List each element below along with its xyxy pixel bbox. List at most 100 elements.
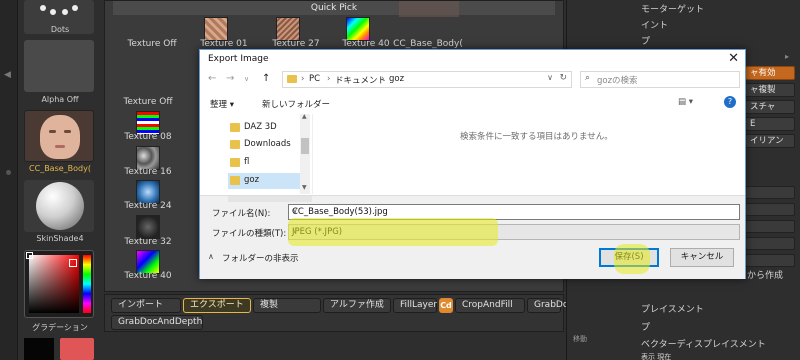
scroll-thumb[interactable] — [301, 138, 309, 154]
filename-dropdown-icon[interactable]: ∨ — [292, 206, 735, 215]
back-arrow-icon[interactable]: ← — [208, 73, 216, 84]
panel-arrow-icon[interactable]: ▸ — [785, 52, 789, 61]
breadcrumb-documents[interactable]: ドキュメント — [335, 74, 386, 86]
texture-32-label[interactable]: Texture 32 — [113, 237, 183, 247]
color-picker[interactable] — [24, 250, 94, 318]
texture-32-thumb[interactable] — [136, 215, 160, 239]
texture-24-label[interactable]: Texture 24 — [113, 201, 183, 211]
refresh-icon[interactable]: ↻ — [559, 73, 567, 83]
texture-27-label[interactable]: Texture 27 — [261, 39, 331, 49]
export-button[interactable]: エクスポート — [183, 298, 251, 313]
main-color-swatch[interactable] — [60, 338, 94, 360]
crop-and-fill-button[interactable]: CropAndFill — [455, 298, 525, 313]
dock-handle-icon[interactable] — [6, 170, 11, 175]
address-dropdown-icon[interactable]: ∨ — [547, 73, 553, 82]
texture-08-label[interactable]: Texture 08 — [113, 132, 183, 142]
texture-40-label[interactable]: Texture 40 — [331, 39, 401, 49]
pane-divider[interactable] — [312, 114, 313, 194]
view-options-icon[interactable]: ▤ ▾ — [678, 97, 693, 107]
breadcrumb-pc[interactable]: PC — [309, 74, 320, 84]
fill-layer-button[interactable]: FillLayer — [393, 298, 437, 313]
empty-results-message: 検索条件に一致する項目はありません。 — [460, 132, 613, 142]
filetype-dropdown-icon[interactable]: ∨ — [292, 226, 735, 235]
slider-5[interactable] — [745, 254, 795, 267]
morph-target-label[interactable]: モーターゲット — [641, 2, 704, 15]
close-icon[interactable]: ✕ — [728, 51, 739, 66]
grab-doc-depth-button[interactable]: GrabDocAndDepth — [111, 315, 203, 330]
texture-off-label-2[interactable]: Texture Off — [113, 97, 183, 107]
cancel-button[interactable]: キャンセル — [670, 248, 734, 267]
texture-body-thumb[interactable] — [24, 110, 94, 162]
nav-item-goz[interactable]: goz — [228, 173, 302, 189]
collapse-arrow-icon[interactable]: ◀ — [4, 70, 11, 80]
move-label[interactable]: 移動 — [573, 334, 587, 344]
texture-01-label[interactable]: Texture 01 — [189, 39, 259, 49]
texture-40-thumb[interactable] — [346, 17, 370, 41]
texture-40b-label[interactable]: Texture 40 — [113, 271, 183, 281]
ia-button[interactable]: イリアン — [745, 134, 795, 148]
breadcrumb-sep-icon: › — [327, 74, 331, 84]
folder-icon — [287, 75, 297, 83]
breadcrumb-goz[interactable]: goz — [389, 74, 404, 84]
nav-hscrollbar[interactable] — [228, 196, 312, 202]
slider-4[interactable] — [745, 237, 795, 250]
address-bar[interactable]: › PC › ドキュメント › goz ∨ ↻ — [282, 71, 572, 88]
nav-item-daz3d[interactable]: DAZ 3D — [228, 120, 302, 136]
left-dock-strip[interactable]: ◀ — [0, 0, 18, 360]
enable-button[interactable]: ャ有効 — [745, 66, 795, 80]
point-label[interactable]: イント — [641, 18, 668, 31]
map-label-2[interactable]: プ — [641, 320, 650, 333]
recent-chevron-icon[interactable]: ∨ — [244, 75, 249, 83]
cd-icon[interactable]: Cd — [439, 298, 453, 313]
texture-action-bar: インポート エクスポート 複製 アルファ作成 FillLayer Cd Crop… — [104, 294, 573, 332]
color-selector-icon[interactable] — [69, 259, 77, 267]
show-current-label[interactable]: 表示 現在 — [641, 352, 671, 360]
chevron-up-icon: ∧ — [208, 252, 214, 261]
duplicate-button[interactable]: 複製 — [253, 298, 321, 313]
forward-arrow-icon[interactable]: → — [226, 73, 234, 84]
filename-label: ファイル名(N): — [212, 209, 271, 219]
grab-doc-button[interactable]: GrabDoc — [527, 298, 573, 313]
texture-01-thumb[interactable] — [204, 17, 228, 41]
help-icon[interactable]: ? — [724, 96, 736, 108]
texture-button[interactable]: スチャ — [745, 100, 795, 114]
texture-27-thumb[interactable] — [276, 17, 300, 41]
hue-slider[interactable] — [83, 255, 91, 313]
alpha-thumb[interactable] — [24, 40, 94, 92]
scroll-down-icon[interactable]: ▼ — [302, 184, 307, 191]
texture-16-label[interactable]: Texture 16 — [113, 167, 183, 177]
nav-scrollbar[interactable]: ▲ ▼ — [300, 113, 310, 194]
filename-input[interactable]: CC_Base_Body(53).jpg ∨ — [288, 204, 740, 220]
slider-2[interactable] — [745, 203, 795, 216]
make-from-label[interactable]: から作成 — [747, 268, 783, 281]
slider-3[interactable] — [745, 220, 795, 233]
dots-label: Dots — [50, 25, 70, 34]
displacement-label[interactable]: プレイスメント — [641, 302, 704, 315]
copy-button[interactable]: ャ複製 — [745, 83, 795, 97]
body-texture-pick-label[interactable]: CC_Base_Body( — [393, 39, 463, 49]
scroll-up-icon[interactable]: ▲ — [302, 113, 307, 120]
secondary-color-swatch[interactable] — [24, 338, 54, 360]
make-alpha-button[interactable]: アルファ作成 — [323, 298, 391, 313]
search-input[interactable]: ⌕ gozの検索 — [580, 71, 740, 88]
body-texture-label: CC_Base_Body( — [29, 164, 91, 173]
vector-displacement-label[interactable]: ベクターディスプレイスメント — [641, 337, 766, 350]
up-arrow-icon[interactable]: ↑ — [262, 73, 270, 84]
nav-item-fl[interactable]: fl — [228, 155, 302, 171]
hide-folders-label: フォルダーの非表示 — [222, 254, 299, 264]
breadcrumb-sep-icon: › — [381, 74, 385, 84]
nav-buttons: ← → ∨ ↑ — [204, 73, 284, 87]
nav-item-downloads[interactable]: Downloads — [228, 137, 302, 153]
texture-off-label[interactable]: Texture Off — [117, 39, 187, 49]
save-button[interactable]: 保存(S) — [599, 248, 659, 267]
filetype-select[interactable]: JPEG (*.JPG) ∨ — [288, 224, 740, 240]
dialog-toolbar: 整理 ▾ 新しいフォルダー ▤ ▾ ? — [200, 96, 745, 112]
organize-menu[interactable]: 整理 ▾ — [210, 98, 234, 110]
dialog-title: Export Image — [208, 54, 269, 64]
material-thumb[interactable] — [24, 180, 94, 232]
new-folder-button[interactable]: 新しいフォルダー — [262, 98, 330, 110]
slider-1[interactable] — [745, 186, 795, 199]
import-button[interactable]: インポート — [111, 298, 181, 313]
e-button[interactable]: E — [745, 117, 795, 131]
map-label[interactable]: プ — [641, 34, 650, 47]
